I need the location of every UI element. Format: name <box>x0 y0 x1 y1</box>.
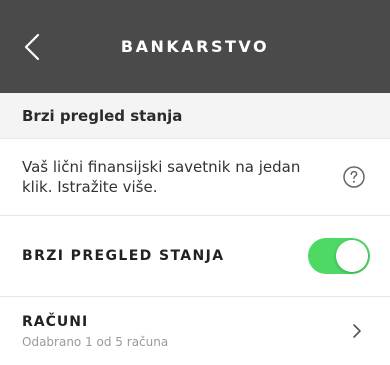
quick-balance-toggle[interactable] <box>308 238 370 274</box>
accounts-title: RAČUNI <box>22 313 89 330</box>
accounts-row[interactable]: RAČUNI Odabrano 1 od 5 računa <box>0 297 390 365</box>
back-button[interactable] <box>18 30 46 64</box>
toggle-knob <box>336 240 368 272</box>
info-row: Vaš lični finansijski savetnik na jedan … <box>0 139 390 216</box>
quick-balance-row: BRZI PREGLED STANJA <box>0 216 390 297</box>
top-bar: BANKARSTVO <box>0 0 390 93</box>
page-title: BANKARSTVO <box>120 37 270 56</box>
section-header: Brzi pregled stanja <box>0 93 390 139</box>
quick-balance-label: BRZI PREGLED STANJA <box>22 248 225 264</box>
info-text: Vaš lični finansijski savetnik na jedan … <box>22 158 301 196</box>
chevron-right-icon <box>353 324 361 338</box>
app-screen: BANKARSTVO Brzi pregled stanja Vaš lični… <box>0 0 390 364</box>
chevron-left-icon <box>24 33 40 61</box>
accounts-subtitle: Odabrano 1 od 5 računa <box>22 334 169 349</box>
question-circle-icon[interactable] <box>342 165 366 189</box>
accounts-text-group: RAČUNI Odabrano 1 od 5 računa <box>22 314 168 349</box>
